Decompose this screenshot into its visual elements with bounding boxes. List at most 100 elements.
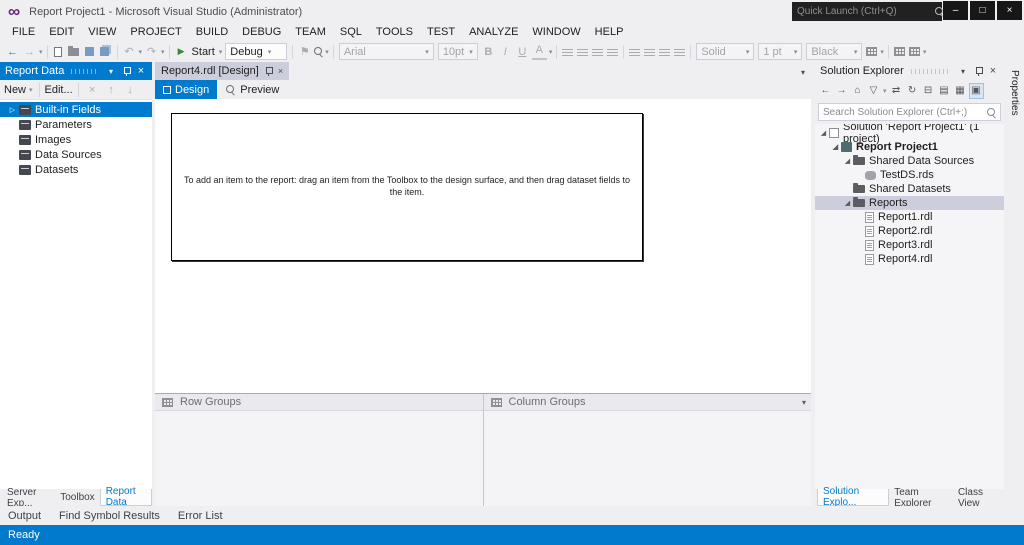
start-debug-icon[interactable]: ▶ bbox=[174, 44, 189, 60]
column-groups-body[interactable] bbox=[483, 411, 811, 506]
move-down-icon[interactable]: ↓ bbox=[123, 82, 138, 98]
underline-icon[interactable]: U bbox=[515, 44, 530, 60]
bullet-list-icon[interactable] bbox=[629, 47, 641, 56]
navigate-back-icon[interactable]: ← bbox=[5, 44, 20, 60]
menu-item-test[interactable]: TEST bbox=[420, 24, 462, 40]
navigation-dropdown-icon[interactable]: ▾ bbox=[39, 48, 43, 56]
new-dropdown-icon[interactable]: ▾ bbox=[29, 86, 33, 94]
expand-arrow-icon[interactable]: ◢ bbox=[842, 199, 853, 207]
tree-item-shared-datasets[interactable]: Shared Datasets bbox=[815, 182, 1004, 196]
menu-item-team[interactable]: TEAM bbox=[288, 24, 333, 40]
borders-icon[interactable] bbox=[866, 47, 878, 56]
menu-item-help[interactable]: HELP bbox=[588, 24, 631, 40]
tab-error-list[interactable]: Error List bbox=[178, 510, 223, 522]
border-style-combo[interactable]: Solid ▾ bbox=[696, 43, 755, 60]
design-surface[interactable]: To add an item to the report: drag an it… bbox=[155, 99, 811, 393]
bold-icon[interactable]: B bbox=[481, 44, 496, 60]
debug-configuration-combo[interactable]: Debug ▾ bbox=[225, 43, 288, 60]
solution-search-input[interactable] bbox=[819, 106, 986, 118]
matrix-icon[interactable] bbox=[908, 47, 920, 56]
tree-item-shared-data-sources[interactable]: ◢ Shared Data Sources bbox=[815, 154, 1004, 168]
window-position-icon[interactable]: ▾ bbox=[957, 67, 969, 76]
scope-filter-icon[interactable]: ▽ bbox=[866, 83, 881, 99]
tab-server-explorer[interactable]: Server Exp... bbox=[2, 487, 55, 509]
border-color-combo[interactable]: Black ▾ bbox=[806, 43, 863, 60]
tab-design[interactable]: Design bbox=[155, 80, 218, 99]
tree-item-report1-rdl[interactable]: Report1.rdl bbox=[815, 210, 1004, 224]
new-file-icon[interactable] bbox=[53, 46, 62, 57]
borders-dropdown-icon[interactable]: ▾ bbox=[880, 48, 884, 56]
tree-item-testds-rds[interactable]: TestDS.rds bbox=[815, 168, 1004, 182]
align-right-icon[interactable] bbox=[592, 47, 604, 56]
filter-dropdown-icon[interactable]: ▾ bbox=[883, 87, 887, 95]
properties-window-icon[interactable]: ▤ bbox=[937, 83, 952, 99]
pin-icon[interactable] bbox=[974, 66, 983, 77]
close-panel-icon[interactable]: × bbox=[987, 65, 999, 77]
undo-dropdown-icon[interactable]: ▾ bbox=[139, 48, 143, 56]
refresh-icon[interactable]: ↻ bbox=[905, 83, 920, 99]
expand-arrow-icon[interactable]: ◢ bbox=[842, 157, 853, 165]
close-button[interactable]: × bbox=[997, 1, 1022, 20]
move-up-icon[interactable]: ↑ bbox=[104, 82, 119, 98]
menu-item-window[interactable]: WINDOW bbox=[525, 24, 587, 40]
expand-arrow-icon[interactable]: ▷ bbox=[6, 106, 19, 114]
border-width-combo[interactable]: 1 pt ▾ bbox=[758, 43, 803, 60]
minimize-button[interactable]: – bbox=[943, 1, 968, 20]
tree-item-reports[interactable]: ◢ Reports bbox=[815, 196, 1004, 210]
flag-icon[interactable]: ⚑ bbox=[297, 44, 312, 60]
italic-icon[interactable]: I bbox=[498, 44, 513, 60]
zoom-icon[interactable] bbox=[313, 46, 324, 57]
start-dropdown-icon[interactable]: ▾ bbox=[219, 48, 223, 56]
redo-icon[interactable]: ↷ bbox=[144, 44, 159, 60]
font-color-icon[interactable]: A bbox=[531, 44, 547, 60]
pin-tab-icon[interactable] bbox=[264, 66, 273, 77]
forward-icon[interactable]: → bbox=[834, 83, 849, 99]
close-tab-icon[interactable]: × bbox=[278, 66, 283, 76]
navigate-forward-icon[interactable]: → bbox=[22, 44, 37, 60]
tab-find-symbol-results[interactable]: Find Symbol Results bbox=[59, 510, 160, 522]
document-tab-report4[interactable]: Report4.rdl [Design] × bbox=[155, 62, 290, 80]
redo-dropdown-icon[interactable]: ▾ bbox=[161, 48, 165, 56]
menu-item-edit[interactable]: EDIT bbox=[42, 24, 81, 40]
align-justify-icon[interactable] bbox=[607, 47, 619, 56]
align-left-icon[interactable] bbox=[562, 47, 574, 56]
save-icon[interactable] bbox=[84, 47, 94, 56]
back-icon[interactable]: ← bbox=[818, 83, 833, 99]
preview-selected-items-icon[interactable]: ▣ bbox=[968, 82, 984, 99]
edit-button[interactable]: Edit... bbox=[45, 84, 73, 96]
quick-launch-search-icon[interactable] bbox=[934, 6, 943, 17]
font-family-combo[interactable]: Arial ▾ bbox=[338, 43, 434, 60]
show-all-files-icon[interactable]: ▦ bbox=[953, 83, 968, 99]
close-panel-icon[interactable]: × bbox=[135, 65, 147, 77]
menu-item-project[interactable]: PROJECT bbox=[123, 24, 188, 40]
tree-item-report4-rdl[interactable]: Report4.rdl bbox=[815, 252, 1004, 266]
numbered-list-icon[interactable] bbox=[644, 47, 656, 56]
tree-item-parameters[interactable]: Parameters bbox=[0, 117, 152, 132]
increase-indent-icon[interactable] bbox=[674, 47, 686, 56]
maximize-button[interactable]: □ bbox=[970, 1, 995, 20]
expand-arrow-icon[interactable]: ◢ bbox=[830, 143, 841, 151]
table-icon[interactable] bbox=[893, 47, 905, 56]
pin-icon[interactable] bbox=[122, 66, 131, 77]
tree-item-report3-rdl[interactable]: Report3.rdl bbox=[815, 238, 1004, 252]
report-page[interactable]: To add an item to the report: drag an it… bbox=[171, 113, 643, 261]
tree-item-built-in-fields[interactable]: ▷ Built-in Fields bbox=[0, 102, 152, 117]
delete-icon[interactable]: × bbox=[85, 82, 100, 98]
font-color-dropdown-icon[interactable]: ▾ bbox=[549, 48, 553, 56]
menu-item-debug[interactable]: DEBUG bbox=[235, 24, 288, 40]
tab-solution-explorer[interactable]: Solution Explo... bbox=[817, 486, 890, 508]
open-file-icon[interactable] bbox=[67, 45, 79, 56]
tab-class-view[interactable]: Class View bbox=[953, 487, 1004, 509]
window-position-icon[interactable]: ▾ bbox=[105, 67, 117, 76]
tab-output[interactable]: Output bbox=[8, 510, 41, 522]
expand-arrow-icon[interactable]: ◢ bbox=[818, 129, 829, 137]
tab-properties[interactable]: Properties bbox=[1009, 62, 1020, 116]
tab-report-data[interactable]: Report Data bbox=[99, 486, 152, 508]
tree-item-solution[interactable]: ◢ Solution 'Report Project1' (1 project) bbox=[815, 124, 1004, 145]
tree-item-datasets[interactable]: Datasets bbox=[0, 162, 152, 177]
save-all-icon[interactable] bbox=[99, 47, 109, 56]
tree-item-images[interactable]: Images bbox=[0, 132, 152, 147]
quick-launch-input[interactable] bbox=[792, 6, 934, 17]
menu-item-analyze[interactable]: ANALYZE bbox=[462, 24, 525, 40]
start-button[interactable]: Start bbox=[192, 46, 215, 58]
